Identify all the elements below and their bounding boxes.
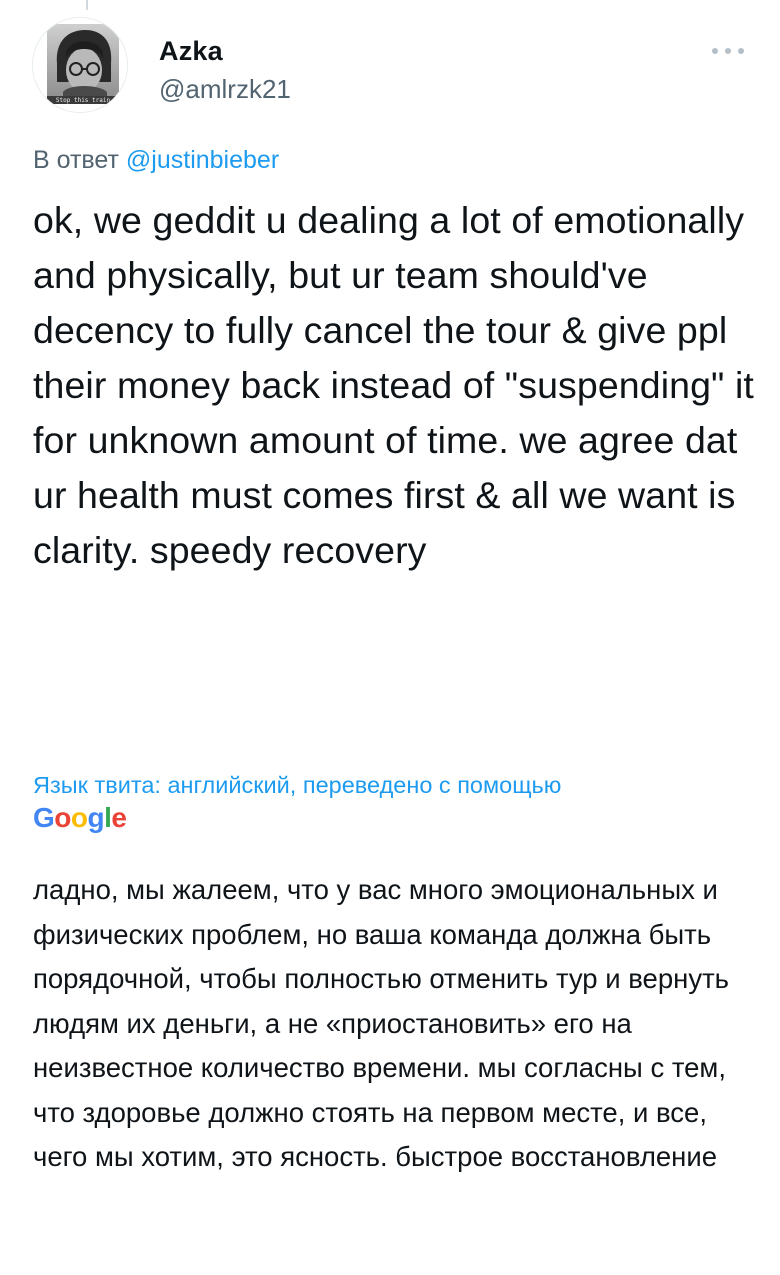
more-horizontal-icon — [712, 48, 718, 54]
author-block: Azka @amlrzk21 — [159, 35, 291, 105]
google-logo-letter: g — [87, 802, 105, 833]
more-horizontal-icon — [725, 48, 731, 54]
tweet-text: ok, we geddit u dealing a lot of emotion… — [33, 199, 754, 571]
tweet-header: Stop this train Azka @amlrzk21 — [32, 17, 748, 129]
google-logo-letter: e — [111, 802, 127, 833]
google-logo: Google — [33, 801, 127, 835]
reply-context: В ответ @justinbieber — [33, 144, 279, 176]
reply-mention-link[interactable]: @justinbieber — [126, 146, 279, 174]
more-options-button[interactable] — [708, 43, 748, 59]
user-handle[interactable]: @amlrzk21 — [159, 73, 291, 105]
display-name[interactable]: Azka — [159, 35, 291, 67]
avatar-caption: Stop this train — [56, 97, 111, 104]
more-horizontal-icon — [738, 48, 744, 54]
translation-label[interactable]: Язык твита: английский, переведено с пом… — [33, 770, 561, 800]
avatar-image: Stop this train — [33, 18, 127, 112]
google-logo-letter: o — [70, 802, 88, 833]
avatar[interactable]: Stop this train — [32, 17, 128, 113]
google-logo-letter: o — [54, 802, 71, 833]
translated-text: ладно, мы жалеем, что у вас много эмоцио… — [33, 874, 729, 1172]
thread-connector-line — [86, 0, 88, 10]
reply-prefix: В ответ — [33, 146, 119, 174]
google-logo-letter: G — [33, 802, 55, 833]
